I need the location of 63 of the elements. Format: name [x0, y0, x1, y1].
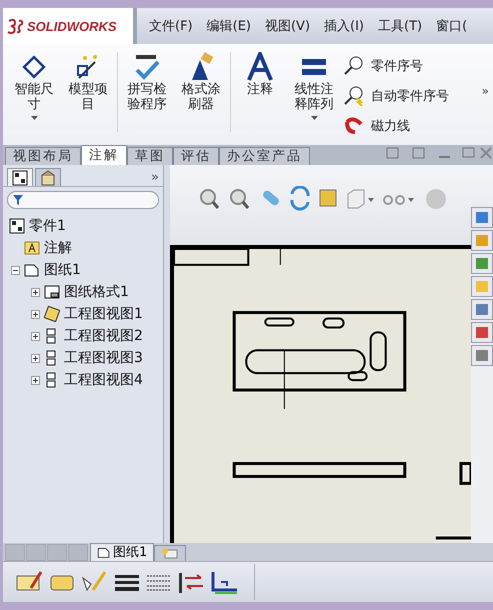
task-pane-icon[interactable] [471, 345, 493, 366]
task-pane-icon[interactable] [471, 253, 493, 274]
magnet-icon [343, 116, 365, 136]
task-pane-icon[interactable] [471, 230, 493, 251]
menu-item[interactable]: 编辑(E) [206, 17, 251, 35]
ribbon-button[interactable]: 自动零件序号 [341, 82, 451, 110]
ribbon-tab[interactable]: 视图布局 [5, 147, 81, 165]
tree-item[interactable]: 注解 [44, 239, 72, 257]
folder-icon [24, 240, 40, 256]
tree-item[interactable]: 工程图视图4 [64, 371, 143, 389]
sheet-format-icon [44, 284, 60, 300]
expand-toggle[interactable] [31, 310, 40, 318]
tree-item[interactable]: 图纸1 [44, 261, 81, 279]
ribbon-button[interactable]: 线性注释阵列 [287, 52, 341, 120]
more-button[interactable]: » [151, 170, 159, 185]
more-button[interactable]: » [482, 84, 489, 98]
task-pane-icon[interactable] [471, 322, 493, 343]
ribbon-tab[interactable]: 办公室产品 [219, 147, 310, 165]
tree-item[interactable]: 图纸格式1 [64, 283, 129, 301]
sheet-tab[interactable] [154, 545, 186, 561]
ribbon-tab[interactable]: 草图 [127, 147, 173, 165]
tree-item[interactable]: 工程图视图1 [64, 305, 143, 323]
expand-toggle[interactable] [11, 266, 20, 274]
sheet-icon [24, 262, 40, 278]
task-pane-icon[interactable] [471, 299, 493, 320]
tree-item[interactable]: 工程图视图2 [64, 327, 143, 345]
properties-icon [40, 170, 56, 186]
menu-item[interactable]: 窗口( [436, 17, 468, 35]
expand-toggle[interactable] [31, 332, 40, 340]
task-pane-icon[interactable] [471, 207, 493, 228]
logo-mark-icon [7, 18, 25, 34]
sheet-icon [97, 546, 111, 559]
note-icon [245, 52, 275, 82]
part-icon [9, 218, 25, 234]
part-view-drawing [459, 462, 471, 485]
menu-item[interactable]: 文件(F) [149, 17, 193, 35]
tree-icon [12, 170, 28, 186]
model-view-icon [44, 306, 60, 322]
expand-toggle[interactable] [31, 354, 40, 362]
tree-item[interactable]: 零件1 [29, 217, 66, 235]
ribbon-button[interactable]: 注释 [233, 52, 287, 97]
ribbon-button[interactable]: 格式涂刷器 [174, 52, 228, 112]
ribbon-button[interactable]: 智能尺寸 [7, 52, 61, 120]
ribbon-button[interactable]: 模型项目 [61, 52, 115, 112]
menu-item[interactable]: 工具(T) [378, 17, 422, 35]
add-sheet-icon [161, 547, 180, 560]
expand-toggle[interactable] [31, 376, 40, 384]
menu-item[interactable]: 视图(V) [264, 17, 310, 35]
ribbon-button[interactable]: 零件序号 [341, 52, 451, 80]
ribbon-tab[interactable]: 评估 [173, 147, 219, 165]
filter-field[interactable] [7, 191, 159, 209]
expand-toggle[interactable] [31, 288, 40, 296]
panel-tab[interactable] [7, 168, 33, 186]
center-mark [280, 248, 281, 266]
ribbon-button[interactable]: 拼写检验程序 [120, 52, 174, 112]
ribbon-button[interactable]: 磁力线 [341, 112, 451, 140]
ribbon-tab[interactable]: 注解 [81, 145, 127, 165]
sheet-tab[interactable]: 图纸1 [90, 543, 154, 561]
filter-icon [13, 195, 23, 205]
tree-item[interactable]: 工程图视图3 [64, 349, 143, 367]
menu-item[interactable]: 插入(I) [324, 17, 364, 35]
logo-text: SOLIDWORKS [27, 18, 117, 34]
task-pane-icon[interactable] [471, 276, 493, 297]
